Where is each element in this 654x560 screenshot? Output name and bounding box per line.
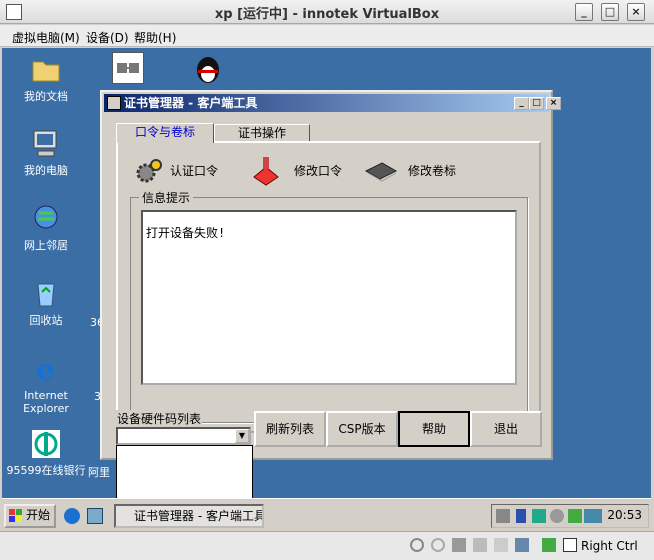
chevron-down-icon[interactable]: ▼ (235, 429, 249, 443)
network-tray-icon[interactable] (568, 509, 582, 523)
tab-pin-label[interactable]: 口令与卷标 (116, 123, 214, 143)
my-documents-shortcut[interactable]: 我的文档 (6, 54, 86, 103)
menu-devices[interactable]: 设备(D) (86, 29, 129, 46)
globe-icon (30, 203, 62, 235)
help-button[interactable]: 帮助 (398, 411, 470, 447)
chip-icon (362, 155, 398, 199)
usb-status-icon[interactable] (494, 538, 508, 552)
partial-icon-label: 阿里 (88, 466, 110, 479)
floppy-status-icon[interactable] (452, 538, 466, 552)
security-icon[interactable] (532, 509, 546, 523)
taskbar: 开始 证书管理器 - 客户端工具 20:53 (2, 498, 651, 531)
taskbar-window-button[interactable]: 证书管理器 - 客户端工具 (114, 504, 264, 528)
clock: 20:53 (607, 508, 642, 522)
dialog-maximize-button[interactable]: □ (529, 97, 544, 110)
bank-logo-icon (30, 428, 62, 460)
status-message: 打开设备失败! (146, 226, 226, 240)
folder-status-icon[interactable] (515, 538, 529, 552)
guest-desktop: 我的文档 我的电脑 网上邻居 回收站 e Internet Explorer 9… (2, 48, 651, 531)
vbox-menubar: 虚拟电脑(M) 设备(D) 帮助(H) (0, 25, 654, 47)
system-tray: 20:53 (491, 504, 649, 528)
cert-manager-window: 证书管理器 - 客户端工具 _ □ × 口令与卷标 证书操作 认证口令 修改口令… (100, 90, 561, 460)
network-shortcut-icon[interactable] (112, 52, 144, 84)
change-label-tool[interactable]: 修改卷标 (362, 155, 462, 187)
dialog-titlebar: 证书管理器 - 客户端工具 _ □ × (104, 94, 561, 112)
ie-icon: e (30, 353, 62, 388)
my-computer-shortcut[interactable]: 我的电脑 (6, 128, 86, 177)
internet-explorer-shortcut[interactable]: e Internet Explorer (6, 353, 86, 415)
vbox-titlebar: xp [运行中] - innotek VirtualBox _ □ × (0, 0, 654, 24)
cdrom-status-icon[interactable] (431, 538, 445, 552)
dialog-app-icon (107, 96, 121, 110)
start-button[interactable]: 开始 (4, 504, 56, 528)
usb-icon[interactable] (516, 509, 526, 523)
hostkey-arrow-icon[interactable] (563, 538, 577, 552)
host-key-label: Right Ctrl (581, 539, 638, 553)
close-button[interactable]: × (627, 3, 645, 21)
change-pin-tool[interactable]: 修改口令 (248, 155, 348, 187)
network-places-shortcut[interactable]: 网上邻居 (6, 203, 86, 252)
info-group-title: 信息提示 (139, 189, 194, 206)
svg-text:e: e (36, 353, 55, 385)
keyboard-icon[interactable] (496, 509, 510, 523)
info-groupbox: 信息提示 打开设备失败! (130, 189, 528, 423)
device-list-label: 设备硬件码列表 (116, 410, 203, 427)
network-status-icon[interactable] (473, 538, 487, 552)
menu-machine[interactable]: 虚拟电脑(M) (12, 29, 80, 46)
recycle-bin-shortcut[interactable]: 回收站 (6, 278, 86, 327)
maximize-button[interactable]: □ (601, 3, 619, 21)
folder-icon (30, 54, 62, 86)
vbox-window-title: xp [运行中] - innotek VirtualBox (214, 7, 440, 22)
dialog-close-button[interactable]: × (546, 97, 561, 110)
message-box[interactable]: 打开设备失败! (141, 210, 517, 385)
online-bank-shortcut[interactable]: 95599在线银行 (6, 428, 86, 477)
menu-help[interactable]: 帮助(H) (134, 29, 176, 46)
mouse-status-icon[interactable] (542, 538, 556, 552)
auth-pin-tool[interactable]: 认证口令 (134, 155, 224, 187)
tab-panel: 认证口令 修改口令 修改卷标 信息提示 打开设备失败! (116, 141, 541, 433)
vbox-statusbar: Right Ctrl (0, 531, 654, 560)
device-list-combo[interactable]: ▼ (116, 427, 251, 445)
exit-button[interactable]: 退出 (470, 411, 542, 447)
desktop-quicklaunch-icon[interactable] (87, 508, 103, 524)
stamp-icon (248, 155, 284, 199)
monitor-tray-icon[interactable] (584, 509, 602, 523)
dialog-title: 证书管理器 - 客户端工具 (124, 96, 258, 110)
minimize-button[interactable]: _ (575, 3, 593, 21)
hdd-status-icon[interactable] (410, 538, 424, 552)
qq-penguin-icon[interactable] (192, 52, 224, 84)
volume-icon[interactable] (550, 509, 564, 523)
csp-version-button[interactable]: CSP版本 (326, 411, 398, 447)
computer-icon (30, 128, 62, 160)
recycle-bin-icon (30, 278, 62, 310)
windows-logo-icon (9, 509, 23, 529)
refresh-list-button[interactable]: 刷新列表 (254, 411, 326, 447)
dialog-minimize-button[interactable]: _ (514, 97, 529, 110)
ie-quicklaunch-icon[interactable] (64, 508, 80, 524)
tab-cert-ops[interactable]: 证书操作 (214, 124, 310, 142)
